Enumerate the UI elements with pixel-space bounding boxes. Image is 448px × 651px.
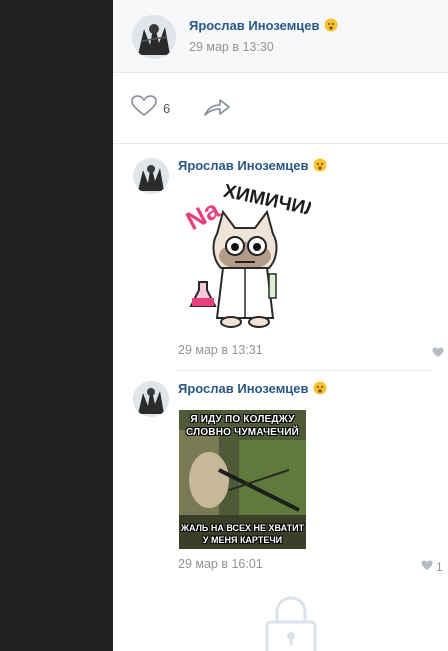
comment-avatar[interactable] [133, 158, 169, 194]
like-count: 6 [163, 100, 171, 116]
heart-icon [131, 94, 157, 122]
post-content: Ярослав Иноземцев 29 мар в 13:30 6 Яросл… [113, 0, 448, 651]
comment-like-button[interactable]: 1 [421, 558, 443, 576]
heart-icon [421, 558, 433, 576]
dark-side-panel [0, 0, 113, 651]
author-name[interactable]: Ярослав Иноземцев [189, 18, 338, 33]
comment-like-count: 1 [436, 560, 443, 574]
share-button[interactable] [203, 97, 231, 122]
sticker-image[interactable]: Na ХИМИЧИЛ [179, 168, 320, 332]
comment-author[interactable]: Ярослав Иноземцев [178, 381, 327, 396]
share-icon [203, 99, 231, 121]
avatar[interactable] [132, 15, 176, 59]
emoji-icon [313, 158, 327, 172]
lock-icon [265, 596, 317, 651]
heart-icon [432, 345, 444, 363]
meme-bottom-caption: ЖАЛЬ НА ВСЕХ НЕ ХВАТИТ У МЕНЯ КАРТЕЧИ [180, 523, 305, 545]
emoji-icon [313, 381, 327, 395]
comment-timestamp[interactable]: 29 мар в 16:01 [178, 557, 263, 571]
emoji-icon [324, 18, 338, 32]
meme-image[interactable]: Я ИДУ ПО КОЛЕДЖУ СЛОВНО ЧУМАЧЕЧИЙ ЖАЛЬ Н… [179, 410, 306, 549]
author-name-text[interactable]: Ярослав Иноземцев [189, 18, 320, 33]
like-button[interactable]: 6 [131, 94, 171, 122]
comment-author-text[interactable]: Ярослав Иноземцев [178, 381, 309, 396]
post-actions: 6 [113, 73, 448, 144]
meme-top-caption: Я ИДУ ПО КОЛЕДЖУ СЛОВНО ЧУМАЧЕЧИЙ [185, 414, 300, 438]
comment-divider [177, 370, 432, 371]
comment-like-button[interactable] [432, 345, 444, 363]
comment-avatar[interactable] [133, 381, 169, 417]
comment-timestamp[interactable]: 29 мар в 13:31 [178, 343, 263, 357]
post-timestamp[interactable]: 29 мар в 13:30 [189, 40, 274, 54]
post-header: Ярослав Иноземцев 29 мар в 13:30 [113, 0, 448, 73]
